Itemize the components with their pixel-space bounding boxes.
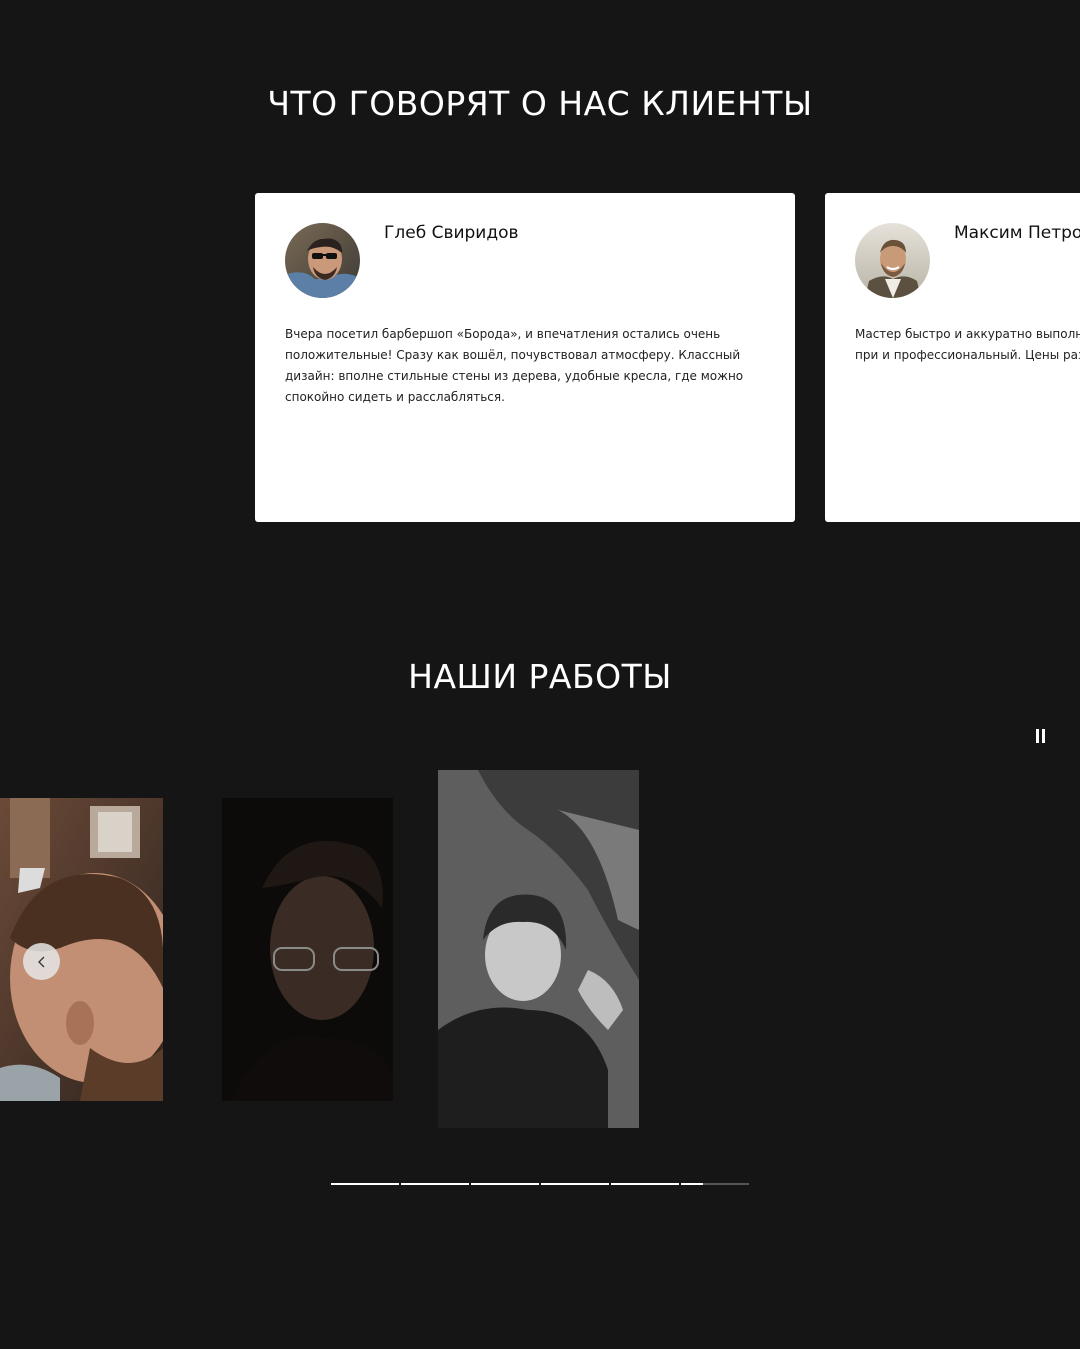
- review-text: Вчера посетил барбершоп «Борода», и впеч…: [285, 327, 744, 404]
- haircut-side-fade-photo-icon: [0, 798, 163, 1101]
- reviewer-name: Максим Петро: [954, 223, 1080, 243]
- progress-segment[interactable]: [401, 1183, 469, 1185]
- progress-segment[interactable]: [681, 1183, 749, 1185]
- boy-haircut-bw-photo-icon: [438, 770, 639, 1128]
- pause-icon[interactable]: [1028, 724, 1052, 748]
- avatar: [285, 223, 360, 298]
- works-section-title: НАШИ РАБОТЫ: [408, 657, 672, 696]
- review-card: Глеб Свиридов Вчера посетил барбершоп «Б…: [255, 193, 795, 522]
- avatar: [855, 223, 930, 298]
- avatar-smiling-man-plaid-icon: [855, 223, 930, 298]
- work-photo[interactable]: [0, 798, 163, 1101]
- work-photo[interactable]: [438, 770, 639, 1128]
- page: ЧТО ГОВОРЯТ О НАС КЛИЕНТЫ Глеб Свиридов …: [0, 0, 1080, 1349]
- carousel-progress: [331, 1183, 749, 1185]
- progress-segment[interactable]: [611, 1183, 679, 1185]
- progress-segment[interactable]: [541, 1183, 609, 1185]
- progress-segment[interactable]: [331, 1183, 399, 1185]
- man-glasses-dark-photo-icon: [222, 798, 393, 1101]
- review-card: Максим Петро Мастер быстро и аккуратно в…: [825, 193, 1080, 522]
- progress-segment[interactable]: [471, 1183, 539, 1185]
- chevron-left-icon: [37, 956, 44, 967]
- avatar-man-sunglasses-icon: [285, 223, 360, 298]
- reviewer-name: Глеб Свиридов: [384, 223, 519, 243]
- review-text: Мастер быстро и аккуратно выполнил ст по…: [855, 327, 1080, 362]
- prev-slide-button[interactable]: [23, 943, 60, 980]
- reviews-section-title: ЧТО ГОВОРЯТ О НАС КЛИЕНТЫ: [267, 84, 813, 123]
- work-photo[interactable]: [222, 798, 393, 1101]
